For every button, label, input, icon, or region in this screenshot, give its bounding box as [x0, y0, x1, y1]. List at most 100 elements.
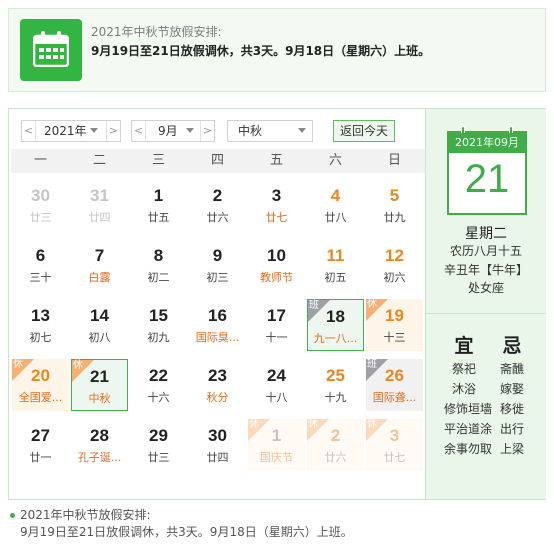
calendar-day[interactable]: 14 初八	[71, 299, 128, 351]
ji-title: 忌	[502, 335, 522, 357]
calendar-day[interactable]: 13 初七	[12, 299, 69, 351]
calendar-day[interactable]: 11 初五	[307, 239, 364, 291]
lunar-label: 廿七	[265, 211, 288, 224]
calendar-day[interactable]: 30 廿三	[12, 179, 69, 231]
prev-month-button[interactable]: <	[132, 121, 146, 141]
calendar-day[interactable]: 8 初二	[130, 239, 187, 291]
calendar-day[interactable]: 10 教师节	[248, 239, 305, 291]
lunar-label: 孔子诞...	[77, 451, 122, 464]
day-number: 2	[330, 426, 341, 445]
day-number: 3	[389, 426, 400, 445]
weekday-label: 一	[33, 153, 47, 168]
calendar-day[interactable]: 30 廿四	[189, 419, 246, 471]
calendar-day[interactable]: 24 十八	[248, 359, 305, 411]
next-year-button[interactable]: >	[106, 121, 120, 141]
calendar-day[interactable]: 休 19 十三	[366, 299, 423, 351]
lunar-label: 初二	[147, 271, 170, 284]
day-number: 21	[90, 367, 109, 386]
calendar-day[interactable]: 29 廿三	[130, 419, 187, 471]
ji-item: 出行	[499, 422, 524, 436]
prev-year-button[interactable]: <	[22, 121, 36, 141]
detail-ganzhi: 辛丑年【牛年】	[443, 263, 528, 277]
calendar-day[interactable]: 23 秋分	[189, 359, 246, 411]
day-number: 22	[149, 366, 168, 385]
calendar-day[interactable]: 9 初三	[189, 239, 246, 291]
calendar-day[interactable]: 27 廿一	[12, 419, 69, 471]
bullet-icon	[10, 513, 15, 518]
lunar-label: 初七	[29, 331, 52, 344]
day-number: 24	[267, 366, 286, 385]
calendar-day[interactable]: 12 初六	[366, 239, 423, 291]
yi-item: 沐浴	[451, 382, 476, 396]
day-number: 14	[90, 306, 109, 325]
weekday-label: 六	[328, 153, 342, 168]
calendar-day[interactable]: 7 白露	[71, 239, 128, 291]
detail-weekday: 星期二	[465, 226, 507, 242]
lunar-label: 十一	[265, 331, 288, 344]
lunar-label: 国际聋...	[372, 391, 417, 404]
day-number: 8	[153, 246, 164, 265]
calendar-day[interactable]: 1 廿五	[130, 179, 187, 231]
year-selector[interactable]: < 2021年 >	[21, 120, 121, 142]
day-number: 15	[149, 306, 168, 325]
lunar-label: 国庆节	[260, 451, 293, 464]
weekday-label: 五	[269, 153, 283, 168]
yi-item: 余事勿取	[444, 442, 493, 456]
calendar-day[interactable]: 15 初九	[130, 299, 187, 351]
day-number: 29	[149, 426, 168, 445]
calendar-day[interactable]: 休 21 中秋	[71, 359, 128, 411]
lunar-label: 初五	[324, 271, 347, 284]
calendar-toolbar: < 2021年 > < 9月 > 中秋 返回今天	[9, 109, 425, 149]
calendar-day[interactable]: 5 廿九	[366, 179, 423, 231]
weekday-label: 二	[92, 153, 106, 168]
holiday-value: 中秋	[238, 124, 263, 138]
calendar-day[interactable]: 班 18 九一八...	[307, 299, 364, 351]
day-detail-panel: 2021年09月 21 星期二 农历八月十五 辛丑年【牛年】 处女座 宜 祭祀沐…	[425, 109, 546, 499]
lunar-label: 国际臭...	[195, 331, 240, 344]
lunar-label: 廿四	[206, 451, 229, 464]
calendar-day[interactable]: 4 廿八	[307, 179, 364, 231]
calendar-day[interactable]: 休 20 全国爱...	[12, 359, 69, 411]
day-number: 30	[31, 186, 50, 205]
calendar-day[interactable]: 班 26 国际聋...	[366, 359, 423, 411]
calendar-day[interactable]: 休 2 廿六	[307, 419, 364, 471]
chevron-down-icon	[298, 128, 306, 133]
weekday-label: 日	[387, 153, 401, 168]
day-number: 28	[90, 426, 109, 445]
calendar-grid: 30 廿三 31 廿四 1 廿五 2 廿六 3 廿七 4 廿八 5 廿九 6 三十 7 白露 8 初二 9 初三 10 教师节…	[11, 175, 425, 501]
calendar-day[interactable]: 25 十九	[307, 359, 364, 411]
day-number: 1	[271, 426, 282, 445]
lunar-label: 九一八...	[313, 332, 358, 345]
lunar-label: 白露	[88, 271, 111, 284]
lunar-label: 教师节	[260, 271, 293, 284]
calendar-day[interactable]: 31 廿四	[71, 179, 128, 231]
calendar-day[interactable]: 6 三十	[12, 239, 69, 291]
lunar-label: 初九	[147, 331, 170, 344]
next-month-button[interactable]: >	[200, 121, 214, 141]
calendar-day[interactable]: 休 3 廿七	[366, 419, 423, 471]
holiday-selector[interactable]: 中秋	[227, 120, 313, 142]
calendar-day[interactable]: 2 廿六	[189, 179, 246, 231]
calendar-day[interactable]: 休 1 国庆节	[248, 419, 305, 471]
day-number: 12	[385, 246, 404, 265]
day-number: 16	[208, 306, 227, 325]
day-number: 4	[330, 186, 341, 205]
calendar-day[interactable]: 22 十六	[130, 359, 187, 411]
calendar-day[interactable]: 3 廿七	[248, 179, 305, 231]
big-date-header: 2021年09月	[449, 133, 525, 153]
month-selector[interactable]: < 9月 >	[131, 120, 215, 142]
lunar-label: 十九	[324, 391, 347, 404]
chevron-down-icon	[186, 128, 194, 133]
day-number: 10	[267, 246, 286, 265]
ji-item: 上梁	[499, 442, 524, 456]
calendar-day[interactable]: 16 国际臭...	[189, 299, 246, 351]
year-value: 2021年	[44, 124, 87, 138]
calendar-day[interactable]: 28 孔子诞...	[71, 419, 128, 471]
lunar-label: 十三	[383, 331, 406, 344]
back-to-today-button[interactable]: 返回今天	[333, 120, 395, 142]
calendar-day[interactable]: 17 十一	[248, 299, 305, 351]
day-number: 19	[385, 306, 404, 325]
detail-zodiac: 处女座	[467, 281, 504, 295]
notice-title: 2021年中秋节放假安排:	[91, 25, 222, 39]
day-number: 11	[326, 246, 345, 265]
